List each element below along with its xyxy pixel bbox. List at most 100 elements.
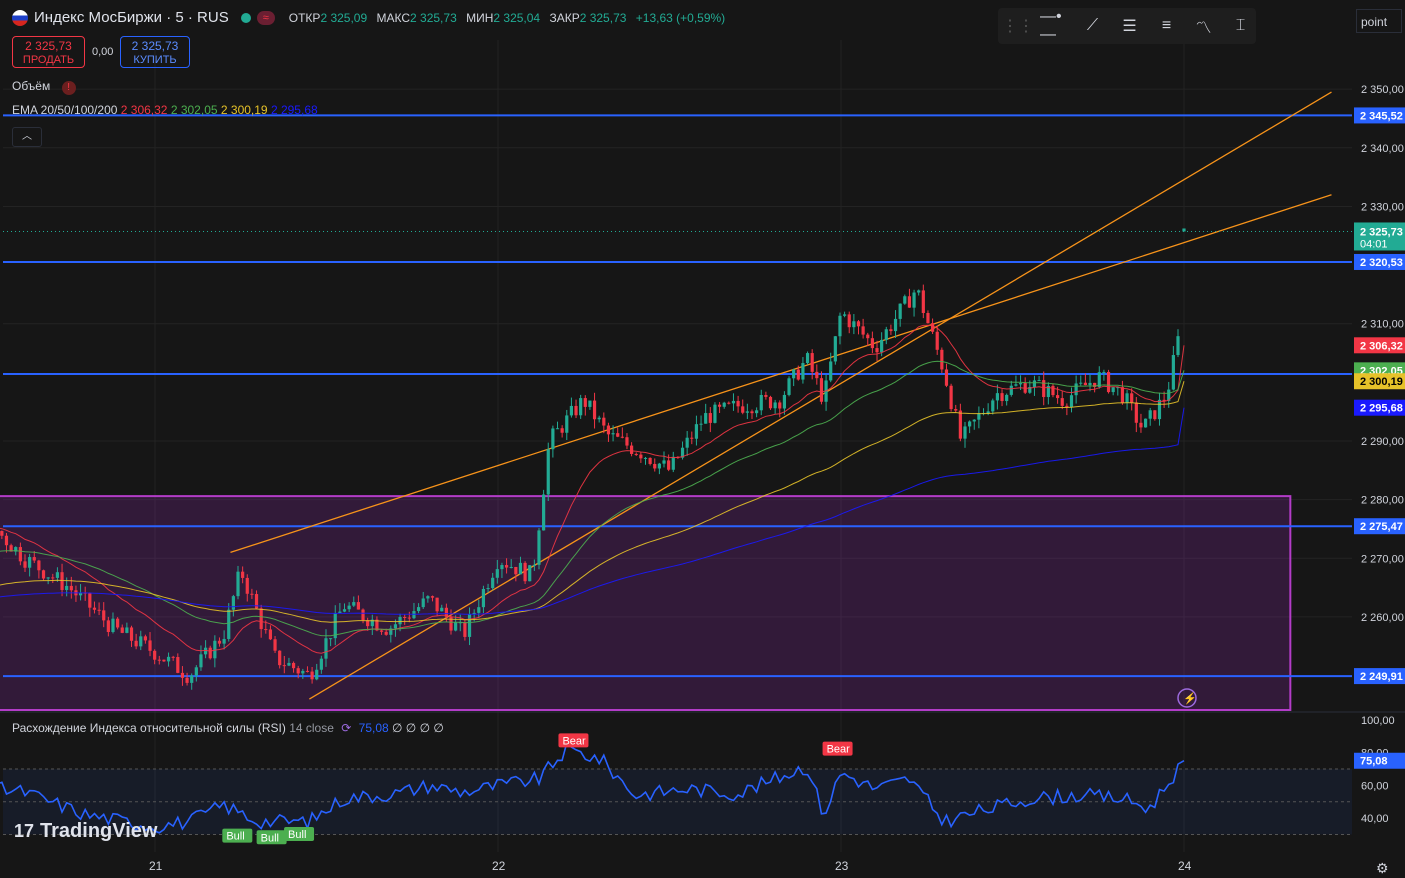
bull-marker-label: Bull — [226, 831, 244, 843]
candle-body — [426, 596, 430, 599]
horizontal-ray-icon[interactable]: —•— — [1040, 8, 1071, 43]
ema50-value: 2 302,05 — [170, 103, 218, 117]
candle-body — [1009, 385, 1013, 395]
candle-body — [463, 622, 467, 637]
candle-body — [162, 659, 166, 662]
candle-body — [125, 627, 129, 633]
candle-body — [852, 321, 856, 328]
symbol-title[interactable]: Индекс МосБиржи · 5 · RUS — [34, 9, 229, 26]
candle-body — [537, 530, 541, 565]
candle-body — [440, 607, 444, 612]
candle-body — [310, 671, 314, 680]
refresh-icon[interactable]: ⟳ — [341, 721, 351, 735]
collapse-legend-button[interactable]: ︿ — [12, 127, 42, 147]
trend-line-icon[interactable]: ⟋ — [1077, 11, 1108, 41]
candle-body — [65, 585, 69, 590]
candle-body — [500, 565, 504, 570]
candle-body — [699, 423, 703, 425]
point-selector[interactable]: point — [1356, 9, 1402, 33]
candle-body — [838, 315, 842, 337]
candle-body — [856, 321, 861, 327]
supply-demand-zone — [0, 495, 1292, 712]
tag-badge[interactable]: ≈ — [256, 10, 275, 25]
measure-icon[interactable]: ⌶ — [1225, 11, 1256, 41]
candle-body — [227, 609, 231, 639]
candle-body — [199, 654, 203, 668]
candle-body — [1000, 393, 1004, 402]
candle-body — [268, 629, 273, 640]
price-tick-label: 2 270,00 — [1361, 553, 1404, 565]
tradingview-mark-icon: 17 — [14, 821, 35, 841]
fib-retracement-icon[interactable]: ☰ — [1114, 11, 1145, 41]
candle-body — [217, 640, 222, 644]
candle-body — [166, 656, 171, 662]
chart-canvas[interactable]: 2 350,00 2 340,00 2 330,00 2 310,00 2 290,00… — [0, 0, 1405, 878]
candle-body — [32, 557, 36, 561]
ema-price-badge-label: 2 295,68 — [1360, 403, 1403, 415]
sell-button[interactable]: 2 325,73 ПРОДАТЬ — [12, 36, 85, 68]
candle-body — [1069, 395, 1074, 407]
candle-body — [241, 571, 245, 578]
candle-body — [694, 424, 699, 439]
candle-body — [329, 638, 333, 640]
market-status-icon — [240, 12, 251, 23]
candle-body — [305, 670, 310, 672]
candle-body — [23, 561, 27, 568]
candle-body — [403, 616, 407, 618]
candle-body — [542, 494, 546, 531]
candle-body — [1134, 402, 1138, 423]
candle-body — [930, 323, 935, 332]
candle-body — [143, 636, 147, 641]
candle-body — [606, 425, 611, 435]
candle-body — [801, 363, 805, 380]
candle-body — [847, 314, 851, 328]
bull-marker-label: Bull — [261, 832, 279, 844]
candle-body — [278, 650, 282, 666]
candle-body — [116, 618, 120, 628]
candle-body — [995, 393, 1000, 401]
candle-body — [393, 624, 398, 629]
buy-button[interactable]: 2 325,73 КУПИТЬ — [120, 36, 190, 68]
rsi-tick-label: 40,00 — [1361, 813, 1389, 825]
candle-body — [176, 657, 180, 673]
candle-body — [1065, 405, 1069, 407]
candle-body — [129, 627, 134, 641]
candle-body — [907, 296, 912, 308]
price-tick-label: 2 350,00 — [1361, 84, 1404, 96]
volume-indicator-label[interactable]: Объём ! — [12, 79, 76, 95]
spread-value: 0,00 — [92, 46, 114, 58]
position-icon[interactable]: ≡ — [1151, 11, 1182, 41]
candle-body — [1060, 398, 1064, 406]
ema-price-badge-label: 2 300,19 — [1360, 376, 1403, 388]
candle-body — [843, 314, 847, 316]
candle-body — [759, 394, 763, 411]
candle-body — [1079, 382, 1083, 384]
candle-body — [120, 627, 124, 633]
drag-handle-icon[interactable]: ⋮⋮ — [1002, 11, 1034, 41]
warning-icon[interactable]: ! — [61, 81, 76, 95]
candle-body — [805, 353, 810, 364]
pattern-icon[interactable]: 〽 — [1188, 11, 1219, 41]
candle-body — [379, 630, 384, 632]
candle-body — [18, 547, 22, 562]
candle-body — [986, 411, 990, 414]
last-price-label: 2 325,73 — [1360, 226, 1403, 238]
candle-body — [546, 449, 550, 495]
candle-body — [745, 411, 749, 413]
candle-body — [926, 313, 930, 324]
candle-body — [667, 460, 671, 470]
candle-body — [954, 409, 958, 411]
candle-body — [940, 349, 944, 370]
candle-body — [398, 616, 402, 625]
candle-body — [157, 659, 161, 661]
candle-body — [4, 535, 9, 546]
candle-body — [384, 631, 388, 635]
rsi-indicator-label[interactable]: Расхождение Индекса относительной силы (… — [12, 721, 444, 735]
bull-marker-label: Bull — [288, 829, 306, 841]
candle-body — [430, 596, 435, 598]
candle-body — [551, 428, 555, 450]
candle-body — [477, 607, 481, 613]
candle-body — [629, 445, 634, 454]
ema-indicator-label[interactable]: EMA 20/50/100/200 2 306,32 2 302,05 2 30… — [12, 103, 318, 117]
candle-body — [875, 348, 879, 353]
